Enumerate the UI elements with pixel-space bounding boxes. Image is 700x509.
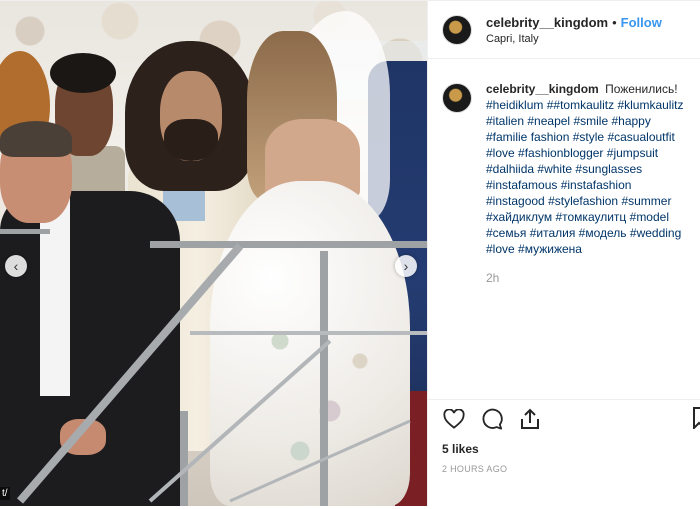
hashtag-link[interactable]: #white	[537, 162, 572, 176]
hashtag-link[interactable]: #instafamous	[486, 178, 557, 192]
post-header: celebrity__kingdom • Follow Capri, Italy	[428, 1, 700, 59]
hashtag-link[interactable]: #happy	[611, 114, 650, 128]
likes-count[interactable]: 5 likes	[442, 442, 479, 456]
username-link[interactable]: celebrity__kingdom	[486, 15, 608, 30]
heart-icon[interactable]	[442, 407, 466, 431]
caption-block: celebrity__kingdom Поженились! #heidiklu…	[428, 59, 700, 286]
staircase-diagonal-rails	[16, 243, 411, 504]
hashtag-link[interactable]: #smile	[573, 114, 608, 128]
caption: celebrity__kingdom Поженились! #heidiklu…	[486, 81, 686, 286]
location-link[interactable]: Capri, Italy	[486, 33, 662, 45]
avatar[interactable]	[442, 83, 472, 113]
hashtag-link[interactable]: #klumkaulitz	[617, 98, 683, 112]
action-bar	[442, 407, 542, 431]
hashtag-link[interactable]: #fashionblogger	[518, 146, 603, 160]
hashtag-link[interactable]: #summer	[621, 194, 671, 208]
hashtag-link[interactable]: #instafashion	[561, 178, 632, 192]
hashtag-link[interactable]: #instagood	[486, 194, 545, 208]
caption-age: 2h	[486, 271, 500, 285]
photo-overlay-text: t/	[0, 487, 10, 500]
instagram-post: ‹ › t/ celebrity__kingdom • Follow Capri…	[0, 0, 700, 509]
hashtag-link[interactable]: #neapel	[527, 114, 570, 128]
avatar[interactable]	[442, 14, 472, 45]
divider	[428, 399, 700, 400]
follow-button[interactable]: Follow	[621, 15, 662, 30]
hashtag-link[interactable]: #model	[630, 210, 669, 224]
hashtag-link[interactable]: #style	[573, 130, 604, 144]
hashtag-link[interactable]: #wedding	[630, 226, 681, 240]
bookmark-icon[interactable]	[693, 407, 700, 431]
hashtag-link[interactable]: #томкаулитц	[555, 210, 626, 224]
hashtag-link[interactable]: #jumpsuit	[607, 146, 658, 160]
hashtag-link[interactable]: #love	[486, 242, 515, 256]
hashtag-link[interactable]: #sunglasses	[575, 162, 642, 176]
hashtag-link[interactable]: ##tomkaulitz	[547, 98, 614, 112]
hashtag-list: #heidiklum ##tomkaulitz #klumkaulitz #it…	[486, 97, 686, 257]
share-icon[interactable]	[518, 407, 542, 431]
hashtag-link[interactable]: #италия	[530, 226, 576, 240]
hashtag-link[interactable]: #dalhiida	[486, 162, 534, 176]
chevron-right-icon[interactable]: ›	[395, 255, 417, 277]
hashtag-link[interactable]: fashion	[531, 130, 570, 144]
hashtag-link[interactable]: #хайдиклум	[486, 210, 552, 224]
post-timestamp: 2 HOURS AGO	[442, 464, 508, 474]
hashtag-link[interactable]: #italien	[486, 114, 524, 128]
hashtag-link[interactable]: #casualoutfit	[607, 130, 674, 144]
chevron-left-icon[interactable]: ‹	[5, 255, 27, 277]
hashtag-link[interactable]: #heidiklum	[486, 98, 543, 112]
post-sidebar: celebrity__kingdom • Follow Capri, Italy…	[427, 1, 700, 506]
hashtag-link[interactable]: #семья	[486, 226, 526, 240]
caption-text: Поженились!	[605, 82, 678, 96]
hashtag-link[interactable]: #love	[486, 146, 515, 160]
separator-dot: •	[612, 14, 617, 30]
hashtag-link[interactable]: #stylefashion	[548, 194, 618, 208]
hashtag-link[interactable]: #модель	[579, 226, 627, 240]
caption-username[interactable]: celebrity__kingdom	[486, 82, 599, 96]
hashtag-link[interactable]: #familie	[486, 130, 527, 144]
post-photo[interactable]: ‹ › t/	[0, 1, 427, 506]
comment-icon[interactable]	[480, 407, 504, 431]
hashtag-link[interactable]: #мужижена	[518, 242, 582, 256]
